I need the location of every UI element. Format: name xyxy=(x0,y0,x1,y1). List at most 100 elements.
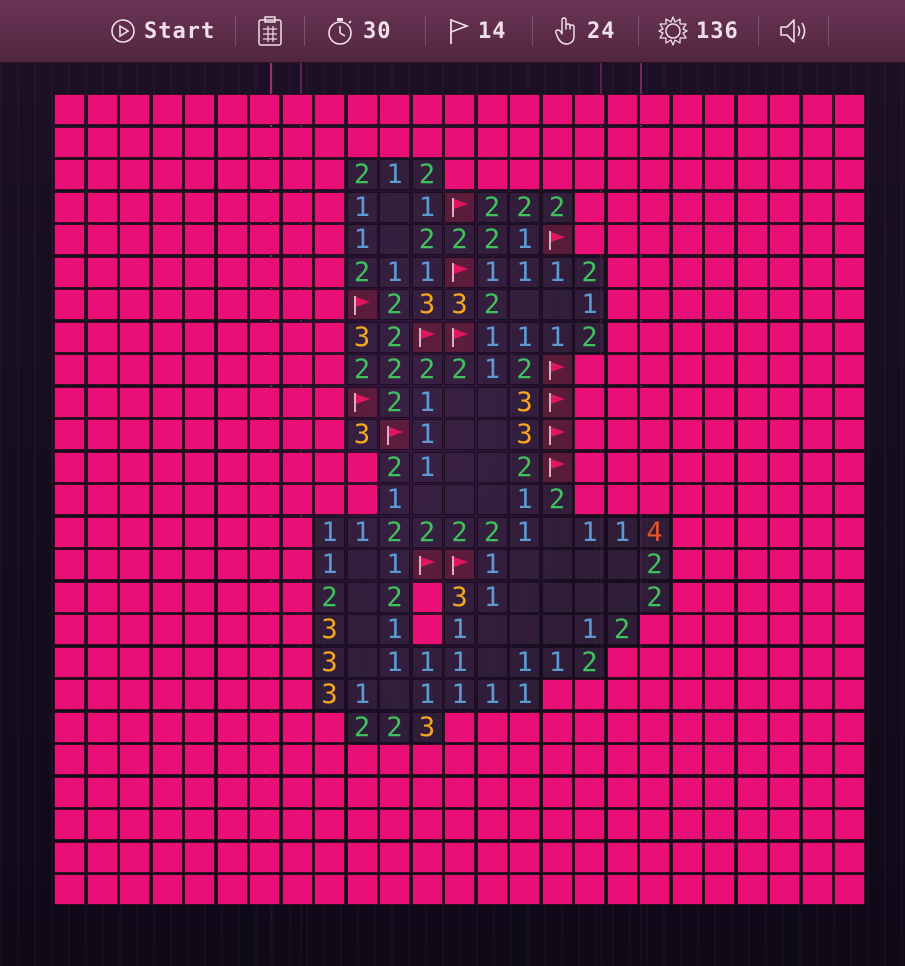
hidden-tile[interactable] xyxy=(509,126,540,158)
hidden-tile[interactable] xyxy=(736,646,768,678)
number-tile[interactable]: 2 xyxy=(314,581,345,613)
hidden-tile[interactable] xyxy=(216,809,248,840)
hidden-tile[interactable] xyxy=(86,744,118,775)
number-tile[interactable]: 2 xyxy=(476,224,508,255)
number-tile[interactable]: 2 xyxy=(346,354,378,385)
number-tile[interactable]: 3 xyxy=(314,679,345,710)
hidden-tile[interactable] xyxy=(704,451,735,483)
hidden-tile[interactable] xyxy=(119,256,150,288)
hidden-tile[interactable] xyxy=(541,126,573,158)
hidden-tile[interactable] xyxy=(834,321,865,353)
hidden-tile[interactable] xyxy=(184,289,215,320)
hidden-tile[interactable] xyxy=(639,94,670,125)
hidden-tile[interactable] xyxy=(671,841,703,873)
hidden-tile[interactable] xyxy=(119,841,150,873)
hidden-tile[interactable] xyxy=(801,451,833,483)
hidden-tile[interactable] xyxy=(249,614,280,645)
empty-tile[interactable] xyxy=(541,581,573,613)
hidden-tile[interactable] xyxy=(671,646,703,678)
hidden-tile[interactable] xyxy=(606,419,638,450)
hidden-tile[interactable] xyxy=(671,354,703,385)
hidden-tile[interactable] xyxy=(54,386,85,418)
hidden-tile[interactable] xyxy=(834,809,865,840)
hidden-tile[interactable] xyxy=(574,679,605,710)
hidden-tile[interactable] xyxy=(151,289,183,320)
hidden-tile[interactable] xyxy=(151,321,183,353)
hidden-tile[interactable] xyxy=(54,419,85,450)
hidden-tile[interactable] xyxy=(249,581,280,613)
number-tile[interactable]: 1 xyxy=(541,321,573,353)
number-tile[interactable]: 2 xyxy=(346,256,378,288)
empty-tile[interactable] xyxy=(509,289,540,320)
hidden-tile[interactable] xyxy=(151,94,183,125)
hidden-tile[interactable] xyxy=(184,419,215,450)
hidden-tile[interactable] xyxy=(606,94,638,125)
hidden-tile[interactable] xyxy=(54,549,85,580)
hidden-tile[interactable] xyxy=(184,354,215,385)
flagged-tile[interactable] xyxy=(444,191,475,223)
hidden-tile[interactable] xyxy=(801,94,833,125)
hidden-tile[interactable] xyxy=(346,776,378,808)
hidden-tile[interactable] xyxy=(119,159,150,190)
empty-tile[interactable] xyxy=(444,386,475,418)
number-tile[interactable]: 2 xyxy=(411,159,443,190)
hidden-tile[interactable] xyxy=(314,809,345,840)
hidden-tile[interactable] xyxy=(151,484,183,515)
hidden-tile[interactable] xyxy=(184,744,215,775)
hidden-tile[interactable] xyxy=(54,809,85,840)
hidden-tile[interactable] xyxy=(54,354,85,385)
hidden-tile[interactable] xyxy=(769,711,800,743)
number-tile[interactable]: 2 xyxy=(379,354,410,385)
hidden-tile[interactable] xyxy=(444,711,475,743)
hidden-tile[interactable] xyxy=(346,126,378,158)
hidden-tile[interactable] xyxy=(639,159,670,190)
empty-tile[interactable] xyxy=(574,549,605,580)
hidden-tile[interactable] xyxy=(86,159,118,190)
hidden-tile[interactable] xyxy=(411,94,443,125)
hidden-tile[interactable] xyxy=(216,224,248,255)
number-tile[interactable]: 1 xyxy=(509,256,540,288)
hidden-tile[interactable] xyxy=(314,484,345,515)
hidden-tile[interactable] xyxy=(249,354,280,385)
hidden-tile[interactable] xyxy=(151,744,183,775)
number-tile[interactable]: 1 xyxy=(606,516,638,548)
hidden-tile[interactable] xyxy=(639,711,670,743)
hidden-tile[interactable] xyxy=(736,419,768,450)
hidden-tile[interactable] xyxy=(411,614,443,645)
hidden-tile[interactable] xyxy=(281,809,313,840)
hidden-tile[interactable] xyxy=(834,451,865,483)
hidden-tile[interactable] xyxy=(444,159,475,190)
hidden-tile[interactable] xyxy=(574,159,605,190)
number-tile[interactable]: 1 xyxy=(541,256,573,288)
number-tile[interactable]: 1 xyxy=(379,256,410,288)
number-tile[interactable]: 2 xyxy=(476,289,508,320)
hidden-tile[interactable] xyxy=(151,224,183,255)
hidden-tile[interactable] xyxy=(606,841,638,873)
flagged-tile[interactable] xyxy=(541,224,573,255)
hidden-tile[interactable] xyxy=(249,159,280,190)
hidden-tile[interactable] xyxy=(736,679,768,710)
hidden-tile[interactable] xyxy=(769,419,800,450)
hidden-tile[interactable] xyxy=(86,419,118,450)
number-tile[interactable]: 2 xyxy=(541,484,573,515)
hidden-tile[interactable] xyxy=(736,809,768,840)
hidden-tile[interactable] xyxy=(216,874,248,905)
number-tile[interactable]: 2 xyxy=(639,549,670,580)
hidden-tile[interactable] xyxy=(54,614,85,645)
hidden-tile[interactable] xyxy=(704,386,735,418)
hidden-tile[interactable] xyxy=(574,809,605,840)
hidden-tile[interactable] xyxy=(671,386,703,418)
hidden-tile[interactable] xyxy=(184,224,215,255)
hidden-tile[interactable] xyxy=(379,841,410,873)
hidden-tile[interactable] xyxy=(639,614,670,645)
hidden-tile[interactable] xyxy=(801,776,833,808)
hidden-tile[interactable] xyxy=(476,126,508,158)
hidden-tile[interactable] xyxy=(606,646,638,678)
hidden-tile[interactable] xyxy=(671,549,703,580)
hidden-tile[interactable] xyxy=(704,679,735,710)
empty-tile[interactable] xyxy=(346,549,378,580)
hidden-tile[interactable] xyxy=(769,321,800,353)
hidden-tile[interactable] xyxy=(281,581,313,613)
hidden-tile[interactable] xyxy=(704,874,735,905)
hidden-tile[interactable] xyxy=(704,516,735,548)
